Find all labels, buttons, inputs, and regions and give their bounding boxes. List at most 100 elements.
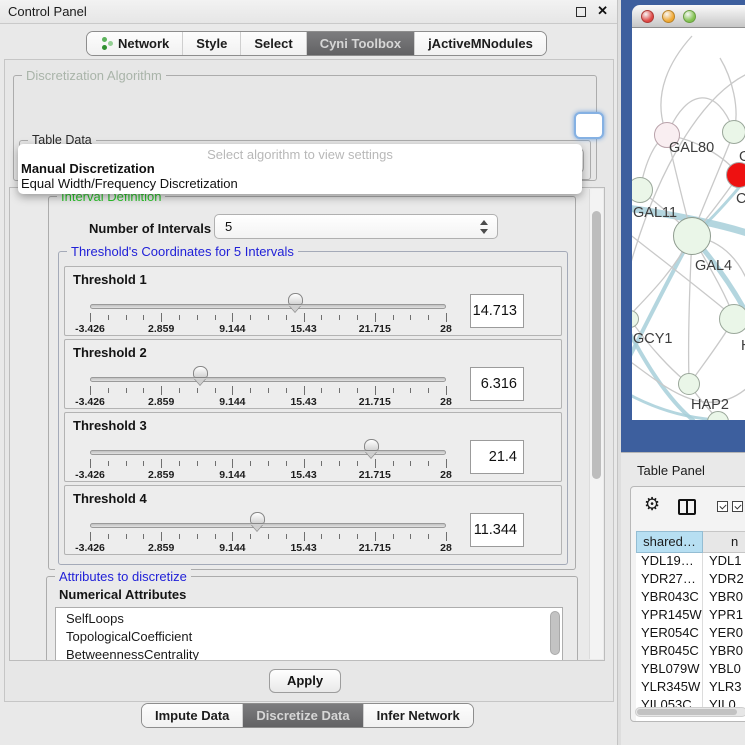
cell-shared-name[interactable]: YER054C — [636, 625, 703, 643]
network-canvas[interactable]: GAL80GCGAL11GAL4GCY1HHAP2 — [632, 28, 745, 420]
slider-thumb[interactable] — [288, 293, 303, 313]
scrollbar-thumb[interactable] — [592, 211, 601, 479]
node-gal4[interactable] — [673, 217, 711, 255]
cell-name[interactable]: YBL0 — [703, 661, 745, 679]
tab-style[interactable]: Style — [183, 32, 241, 55]
threshold-value-field[interactable]: 14.713 — [470, 294, 524, 328]
cell-name[interactable]: YPR1 — [703, 607, 745, 625]
cell-shared-name[interactable]: YPR145W — [636, 607, 703, 625]
tick-mark — [161, 532, 162, 541]
table-horizontal-scrollbar[interactable] — [635, 707, 745, 717]
tick-mark — [304, 459, 305, 468]
group-title-discretization-algorithm: Discretization Algorithm — [22, 68, 166, 83]
slider-track[interactable] — [90, 450, 446, 455]
column-header-name[interactable]: n — [703, 531, 745, 553]
slider-track[interactable] — [90, 523, 446, 528]
cell-shared-name[interactable]: YBR045C — [636, 643, 703, 661]
node-g-partial[interactable] — [722, 120, 745, 144]
tab-infer-network[interactable]: Infer Network — [364, 704, 473, 727]
node-h-partial[interactable] — [719, 304, 745, 334]
numerical-attributes-list[interactable]: SelfLoopsTopologicalCoefficientBetweenne… — [55, 607, 563, 661]
attribute-list-scrollbar[interactable] — [550, 611, 560, 655]
slider-thumb[interactable] — [364, 439, 379, 459]
table-row[interactable]: YDR27…YDR2 — [636, 571, 745, 589]
table-row[interactable]: YPR145WYPR1 — [636, 607, 745, 625]
cell-name[interactable]: YBR0 — [703, 589, 745, 607]
slider-thumb[interactable] — [193, 366, 208, 386]
checkbox-icon[interactable] — [732, 501, 743, 512]
slider-thumb-tip — [251, 524, 263, 531]
spinner-arrows-icon[interactable] — [480, 220, 488, 234]
close-window-icon[interactable] — [641, 10, 654, 23]
tab-label: Discretize Data — [256, 708, 349, 723]
tick-mark — [126, 461, 127, 466]
cell-name[interactable]: YLR3 — [703, 679, 745, 697]
cell-name[interactable]: YDR2 — [703, 571, 745, 589]
tick-label: 9.144 — [219, 396, 245, 408]
zoom-window-icon[interactable] — [683, 10, 696, 23]
threshold-value-field[interactable]: 21.4 — [470, 440, 524, 474]
cell-shared-name[interactable]: YBR043C — [636, 589, 703, 607]
tab-impute-data[interactable]: Impute Data — [142, 704, 243, 727]
tick-label: 21.715 — [359, 469, 391, 481]
tick-mark — [232, 459, 233, 468]
panel-vertical-scrollbar[interactable] — [589, 189, 603, 659]
table-row[interactable]: YBL079WYBL0 — [636, 661, 745, 679]
number-of-intervals-combobox[interactable]: 5 — [214, 214, 498, 239]
table-row[interactable]: YLR345WYLR3 — [636, 679, 745, 697]
cell-name[interactable]: YER0 — [703, 625, 745, 643]
gear-icon[interactable] — [644, 494, 660, 515]
node-red-node[interactable] — [726, 162, 745, 188]
close-icon[interactable] — [597, 3, 608, 19]
table-row[interactable]: YBR045CYBR0 — [636, 643, 745, 661]
slider-track[interactable] — [90, 377, 446, 382]
tick-mark — [108, 461, 109, 466]
tick-mark — [357, 388, 358, 393]
threshold-list: Threshold 1 -3.4262.8599.14415.4321.7152… — [64, 266, 562, 558]
tick-label: 15.43 — [290, 396, 316, 408]
cell-shared-name[interactable]: YLR345W — [636, 679, 703, 697]
slider-thumb-top — [193, 366, 208, 378]
cell-name[interactable]: YBR0 — [703, 643, 745, 661]
threshold-label: Threshold 4 — [73, 491, 147, 506]
minimize-window-icon[interactable] — [662, 10, 675, 23]
table-row[interactable]: YER054CYER0 — [636, 625, 745, 643]
checkbox-icon[interactable] — [717, 501, 728, 512]
network-icon — [100, 37, 113, 51]
threshold-value-field[interactable]: 11.344 — [470, 513, 524, 547]
tab-select[interactable]: Select — [241, 32, 306, 55]
attribute-item[interactable]: TopologicalCoefficient — [56, 628, 562, 646]
tick-mark — [90, 459, 91, 468]
tab-jactivemnodules[interactable]: jActiveMNodules — [415, 32, 546, 55]
tick-mark — [428, 315, 429, 320]
node-hap2[interactable] — [678, 373, 700, 395]
apply-button[interactable]: Apply — [269, 669, 341, 693]
algorithm-combobox-fragment[interactable] — [574, 112, 604, 139]
tick-mark — [410, 388, 411, 393]
tab-discretize-data[interactable]: Discretize Data — [243, 704, 363, 727]
scrollbar-thumb[interactable] — [637, 709, 737, 715]
slider-thumb[interactable] — [250, 512, 265, 532]
cell-name[interactable]: YDL1 — [703, 553, 745, 571]
tab-network[interactable]: Network — [87, 32, 183, 55]
columns-icon[interactable] — [678, 499, 696, 515]
column-header-shared-name[interactable]: shared… — [636, 531, 703, 553]
cell-shared-name[interactable]: YBL079W — [636, 661, 703, 679]
float-window-icon[interactable] — [576, 7, 586, 17]
dropdown-option-manual-discretization[interactable]: Manual Discretization — [18, 161, 582, 176]
dropdown-option-equal-width-frequency[interactable]: Equal Width/Frequency Discretization — [18, 176, 582, 191]
attribute-item[interactable]: BetweennessCentrality — [56, 646, 562, 661]
attribute-item[interactable]: SelfLoops — [56, 610, 562, 628]
tick-mark — [428, 388, 429, 393]
tick-mark — [375, 313, 376, 322]
cell-shared-name[interactable]: YDL19… — [636, 553, 703, 571]
table-row[interactable]: YBR043CYBR0 — [636, 589, 745, 607]
node-table: shared… n YDL19…YDL1YDR27…YDR2YBR043CYBR… — [630, 486, 745, 722]
slider-track[interactable] — [90, 304, 446, 309]
cell-shared-name[interactable]: YDR27… — [636, 571, 703, 589]
tab-label: Impute Data — [155, 708, 229, 723]
table-row[interactable]: YDL19…YDL1 — [636, 553, 745, 571]
threshold-value-field[interactable]: 6.316 — [470, 367, 524, 401]
tab-cyni-toolbox[interactable]: Cyni Toolbox — [307, 32, 415, 55]
threshold-label: Threshold 1 — [73, 272, 147, 287]
